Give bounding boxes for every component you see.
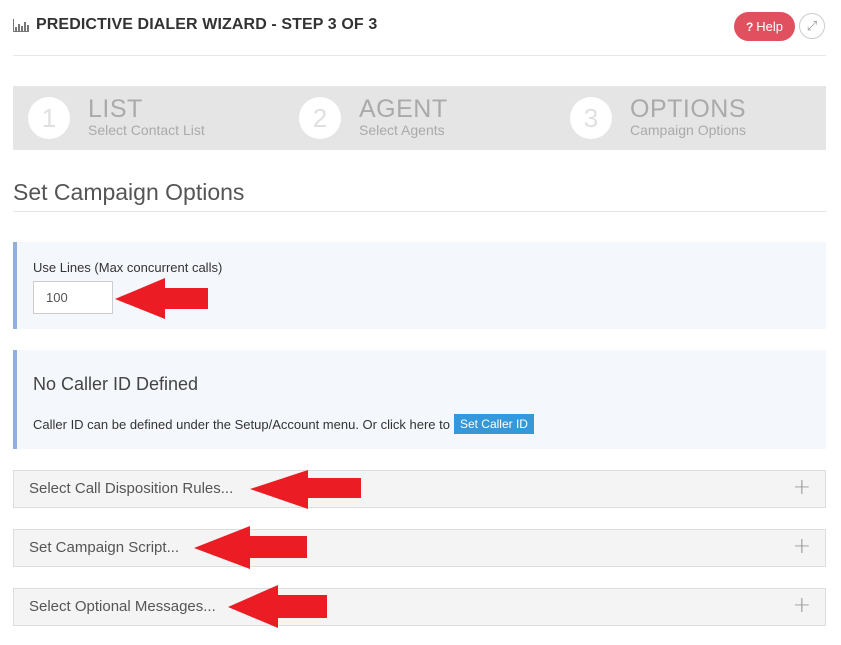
wizard-steps: 1 LIST Select Contact List 2 AGENT Selec… [13,86,826,150]
accordion-label: Select Optional Messages... [29,598,216,615]
help-button[interactable]: ? Help [734,12,795,41]
set-caller-id-button[interactable]: Set Caller ID [453,414,534,434]
wizard-step-list[interactable]: 1 LIST Select Contact List [28,86,205,150]
step-number: 2 [299,97,341,139]
use-lines-input[interactable] [33,281,113,314]
accordion-label: Set Campaign Script... [29,539,180,556]
wizard-step-options[interactable]: 3 OPTIONS Campaign Options [570,86,746,150]
expand-icon: ⤢ [806,18,818,34]
page-title: PREDICTIVE DIALER WIZARD - STEP 3 OF 3 [36,16,378,33]
page-header: PREDICTIVE DIALER WIZARD - STEP 3 OF 3 ?… [13,0,826,56]
annotation-arrow-icon [115,278,208,319]
step-title: AGENT [359,95,448,123]
step-number: 1 [28,97,70,139]
annotation-arrow-icon [250,470,361,509]
step-title: OPTIONS [630,95,747,123]
use-lines-label: Use Lines (Max concurrent calls) [33,260,223,275]
annotation-arrow-icon [228,585,327,628]
bar-chart-icon [13,18,29,32]
caller-id-panel: No Caller ID Defined Caller ID can be de… [13,350,826,449]
section-title: Set Campaign Options [13,179,826,212]
expand-button[interactable]: ⤢ [799,13,825,39]
help-label: Help [756,19,784,34]
step-number: 3 [570,97,612,139]
plus-icon: + [792,475,811,500]
accordion-disposition-rules[interactable]: Select Call Disposition Rules... + [13,470,826,508]
plus-icon: + [792,593,811,618]
caller-id-heading: No Caller ID Defined [33,374,199,394]
step-title: LIST [88,95,143,123]
wizard-step-agent[interactable]: 2 AGENT Select Agents [299,86,448,150]
annotation-arrow-icon [194,526,307,569]
accordion-optional-messages[interactable]: Select Optional Messages... + [13,588,826,626]
step-subtitle: Campaign Options [630,122,746,138]
step-subtitle: Select Agents [359,122,445,138]
accordion-label: Select Call Disposition Rules... [29,480,234,497]
step-subtitle: Select Contact List [88,122,205,138]
plus-icon: + [792,534,811,559]
question-icon: ? [745,19,754,34]
accordion-campaign-script[interactable]: Set Campaign Script... + [13,529,826,567]
caller-id-text-row: Caller ID can be defined under the Setup… [33,414,534,434]
caller-id-text: Caller ID can be defined under the Setup… [33,416,450,432]
title-wrap: PREDICTIVE DIALER WIZARD - STEP 3 OF 3 [13,16,377,34]
